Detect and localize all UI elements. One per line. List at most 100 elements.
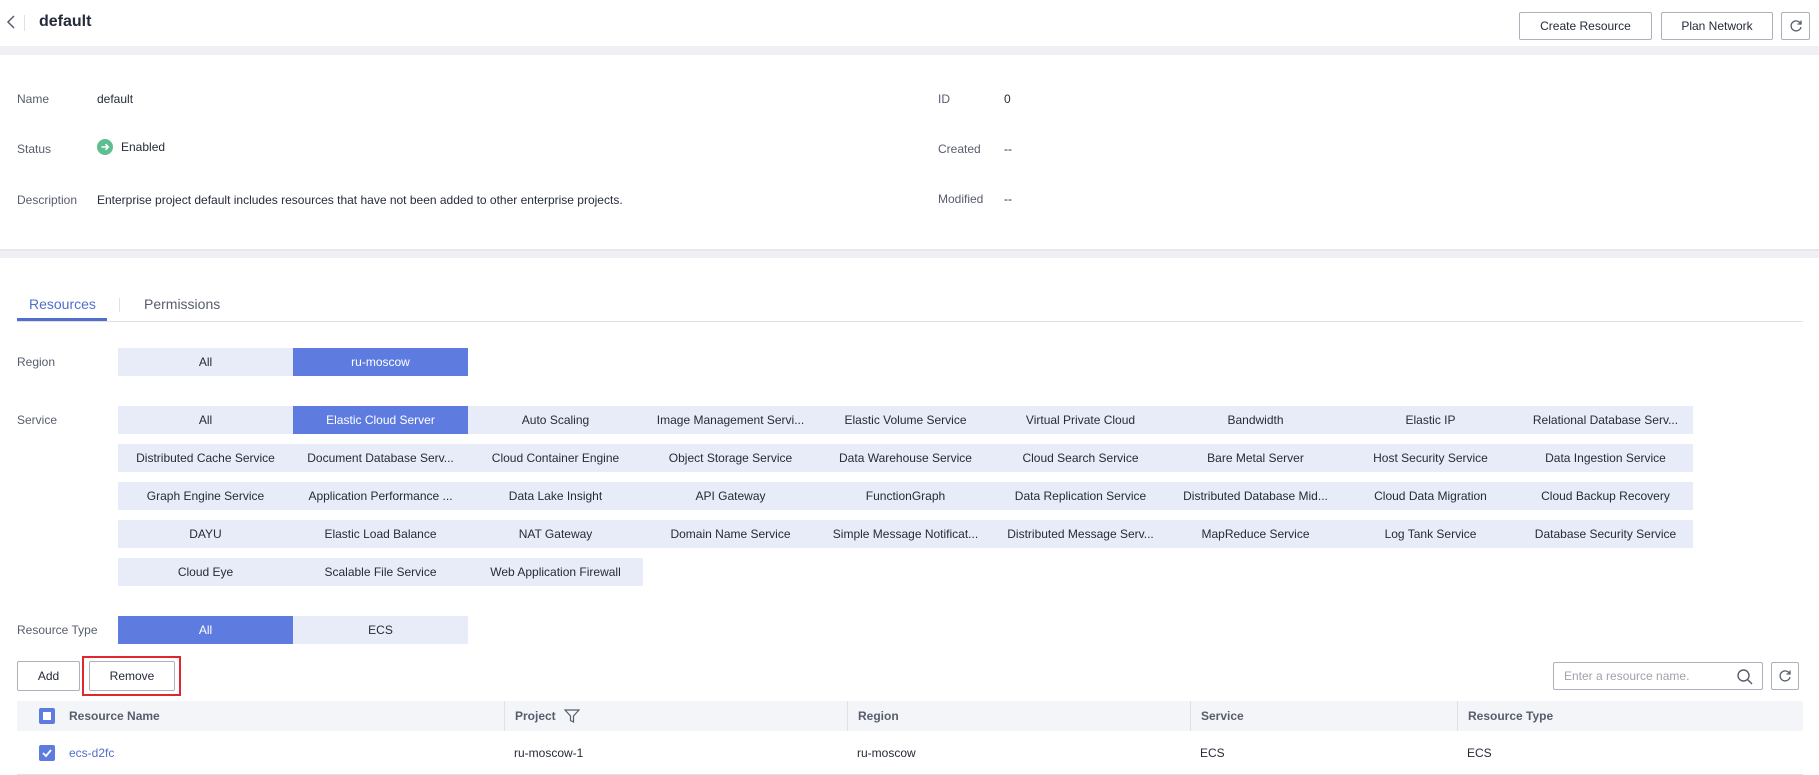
service-chip-auto-scaling[interactable]: Auto Scaling [468, 406, 643, 434]
resource-type-chip-all[interactable]: All [118, 616, 293, 644]
resource-type-cell: ECS [1467, 745, 1492, 760]
region-chip-all[interactable]: All [118, 348, 293, 376]
service-chip-distributed-database-mid[interactable]: Distributed Database Mid... [1168, 482, 1343, 510]
created-value: -- [1004, 142, 1012, 156]
search-input[interactable] [1554, 663, 1724, 689]
service-chip-label: Cloud Eye [177, 565, 234, 579]
service-chip-label: Application Performance ... [308, 489, 453, 503]
service-chip-label: Data Replication Service [1014, 489, 1147, 503]
service-chip-cloud-container-engine[interactable]: Cloud Container Engine [468, 444, 643, 472]
modified-label: Modified [938, 192, 984, 206]
col-project: Project [515, 709, 556, 723]
resource-type-filter: All ECS [118, 616, 1693, 644]
service-chip-image-management-servi[interactable]: Image Management Servi... [643, 406, 818, 434]
tab-permissions[interactable]: Permissions [144, 296, 220, 312]
service-chip-elastic-volume-service[interactable]: Elastic Volume Service [818, 406, 993, 434]
service-chip-bare-metal-server[interactable]: Bare Metal Server [1168, 444, 1343, 472]
service-chip-label: FunctionGraph [865, 489, 946, 503]
service-chip-host-security-service[interactable]: Host Security Service [1343, 444, 1518, 472]
service-chip-label: Cloud Data Migration [1374, 489, 1487, 503]
region-chip-ru-moscow[interactable]: ru-moscow [293, 348, 468, 376]
remove-button[interactable]: Remove [89, 661, 175, 691]
service-chip-label: NAT Gateway [518, 527, 593, 541]
service-chip-label: Database Security Service [1534, 527, 1677, 541]
service-chip-relational-database-serv[interactable]: Relational Database Serv... [1518, 406, 1693, 434]
service-chip-label: Cloud Search Service [1022, 451, 1139, 465]
modified-value: -- [1004, 192, 1012, 206]
service-chip-label: Distributed Cache Service [136, 451, 275, 465]
service-chip-label: Simple Message Notificat... [832, 527, 979, 541]
resource-type-chip-ecs[interactable]: ECS [293, 616, 468, 644]
project-info: Name default Status Enabled Description … [0, 55, 1819, 250]
service-chip-data-ingestion-service[interactable]: Data Ingestion Service [1518, 444, 1693, 472]
service-chip-domain-name-service[interactable]: Domain Name Service [643, 520, 818, 548]
service-chip-dayu[interactable]: DAYU [118, 520, 293, 548]
service-chip-data-warehouse-service[interactable]: Data Warehouse Service [818, 444, 993, 472]
table-header: Resource Name Project Region Service Res… [17, 701, 1803, 731]
region-chip-label: All [198, 355, 213, 369]
service-chip-all[interactable]: All [118, 406, 293, 434]
service-chip-label: All [198, 413, 213, 427]
service-chip-elastic-load-balance[interactable]: Elastic Load Balance [293, 520, 468, 548]
service-chip-log-tank-service[interactable]: Log Tank Service [1343, 520, 1518, 548]
service-chip-label: Auto Scaling [521, 413, 590, 427]
create-resource-button[interactable]: Create Resource [1519, 12, 1652, 40]
section-separator [0, 250, 1819, 258]
refresh-icon [1779, 670, 1791, 682]
service-chip-elastic-ip[interactable]: Elastic IP [1343, 406, 1518, 434]
service-chip-label: Elastic IP [1405, 413, 1456, 427]
resource-table: Resource Name Project Region Service Res… [17, 701, 1803, 775]
resource-type-chip-label: ECS [368, 623, 393, 637]
service-chip-graph-engine-service[interactable]: Graph Engine Service [118, 482, 293, 510]
col-project-wrap: Project [504, 701, 580, 731]
service-chip-label: Elastic Cloud Server [326, 413, 435, 427]
service-chip-data-replication-service[interactable]: Data Replication Service [993, 482, 1168, 510]
service-chip-cloud-data-migration[interactable]: Cloud Data Migration [1343, 482, 1518, 510]
service-chip-nat-gateway[interactable]: NAT Gateway [468, 520, 643, 548]
service-chip-label: Elastic Volume Service [844, 413, 967, 427]
region-cell: ru-moscow [857, 745, 916, 760]
service-chip-label: Bare Metal Server [1207, 451, 1304, 465]
resource-type-chip-label: All [198, 623, 213, 637]
service-chip-bandwidth[interactable]: Bandwidth [1168, 406, 1343, 434]
resource-name-link[interactable]: ecs-d2fc [69, 731, 114, 774]
refresh-icon [1789, 20, 1802, 32]
service-chip-api-gateway[interactable]: API Gateway [643, 482, 818, 510]
search-icon[interactable] [1736, 668, 1754, 686]
table-row[interactable]: ecs-d2fc ru-moscow-1 ru-moscow ECS ECS [17, 731, 1803, 775]
tab-resources[interactable]: Resources [29, 296, 96, 312]
service-chip-distributed-cache-service[interactable]: Distributed Cache Service [118, 444, 293, 472]
service-chip-label: Document Database Serv... [307, 451, 454, 465]
service-chip-application-performance[interactable]: Application Performance ... [293, 482, 468, 510]
resource-type-label: Resource Type [17, 623, 98, 637]
enabled-icon [97, 139, 113, 155]
select-all-cell [39, 701, 55, 731]
service-chip-data-lake-insight[interactable]: Data Lake Insight [468, 482, 643, 510]
filter-icon[interactable] [563, 709, 580, 723]
service-chip-elastic-cloud-server[interactable]: Elastic Cloud Server [293, 406, 468, 434]
service-chip-simple-message-notificat[interactable]: Simple Message Notificat... [818, 520, 993, 548]
service-chip-label: Web Application Firewall [490, 565, 621, 579]
table-refresh-button[interactable] [1771, 662, 1799, 690]
service-chip-mapreduce-service[interactable]: MapReduce Service [1168, 520, 1343, 548]
back-icon[interactable] [6, 14, 20, 34]
select-all-checkbox[interactable] [39, 708, 55, 724]
service-chip-virtual-private-cloud[interactable]: Virtual Private Cloud [993, 406, 1168, 434]
service-chip-document-database-serv[interactable]: Document Database Serv... [293, 444, 468, 472]
refresh-button[interactable] [1781, 12, 1810, 40]
service-chip-scalable-file-service[interactable]: Scalable File Service [293, 558, 468, 586]
service-chip-cloud-backup-recovery[interactable]: Cloud Backup Recovery [1518, 482, 1693, 510]
service-chip-cloud-search-service[interactable]: Cloud Search Service [993, 444, 1168, 472]
service-chip-database-security-service[interactable]: Database Security Service [1518, 520, 1693, 548]
page-header: default Create Resource Plan Network [0, 0, 1819, 55]
service-chip-cloud-eye[interactable]: Cloud Eye [118, 558, 293, 586]
service-chip-web-application-firewall[interactable]: Web Application Firewall [468, 558, 643, 586]
add-button[interactable]: Add [17, 661, 80, 691]
service-chip-object-storage-service[interactable]: Object Storage Service [643, 444, 818, 472]
service-chip-distributed-message-serv[interactable]: Distributed Message Serv... [993, 520, 1168, 548]
service-chip-functiongraph[interactable]: FunctionGraph [818, 482, 993, 510]
service-chip-label: Scalable File Service [324, 565, 437, 579]
row-checkbox[interactable] [39, 744, 55, 761]
service-chip-label: Data Warehouse Service [839, 451, 972, 465]
plan-network-button[interactable]: Plan Network [1661, 12, 1773, 40]
